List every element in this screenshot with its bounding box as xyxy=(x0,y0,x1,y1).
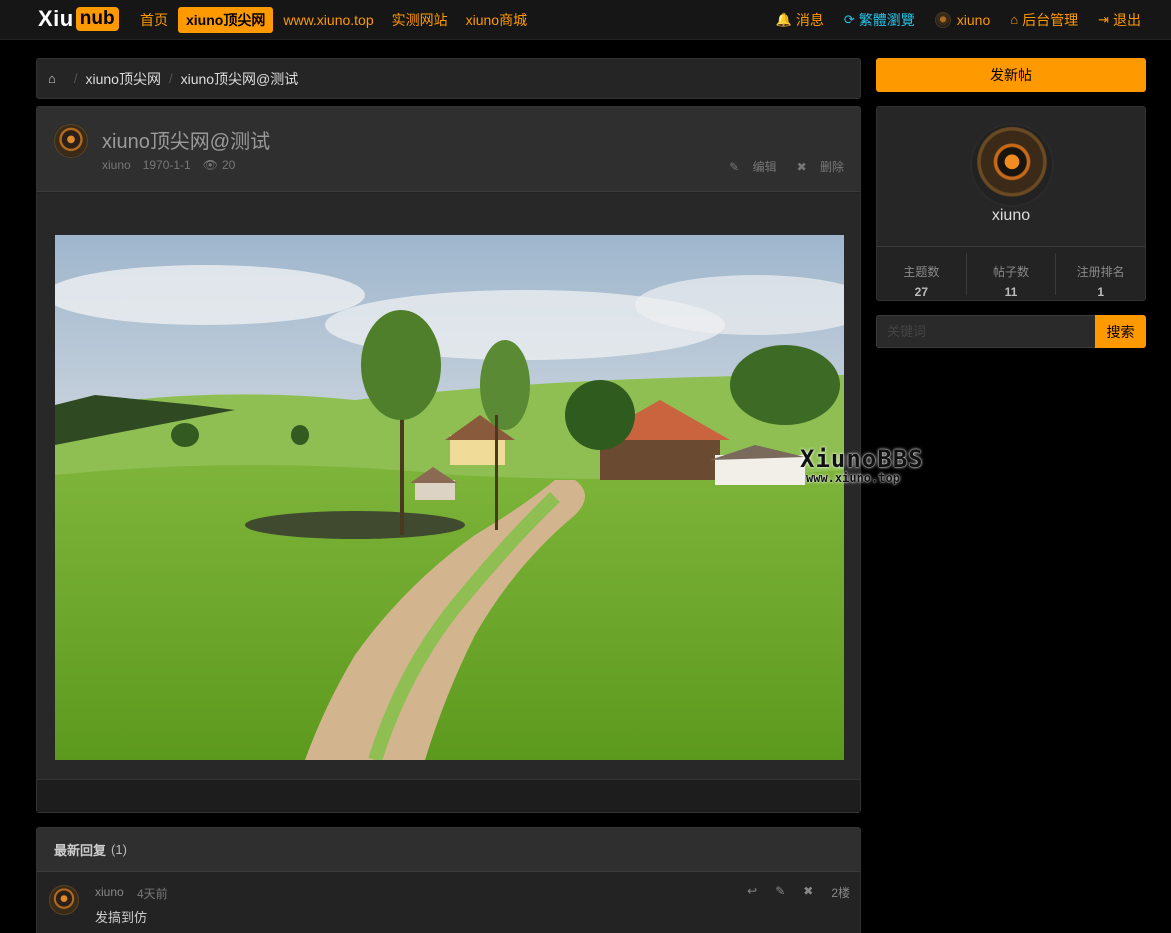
profile-card: xiuno 主题数 27 帖子数 11 注册排名 1 xyxy=(876,106,1146,301)
search-button[interactable]: 搜索 xyxy=(1095,315,1146,348)
bell-icon: 🔔 xyxy=(775,12,792,27)
floor-number: 2楼 xyxy=(831,886,850,900)
search-form: 搜索 xyxy=(876,315,1146,348)
thread-date: 1970-1-1 xyxy=(142,158,191,172)
user-link[interactable]: xiuno xyxy=(929,7,996,33)
home-icon[interactable]: ⌂ xyxy=(48,71,56,86)
profile-header: xiuno xyxy=(877,107,1145,247)
close-icon[interactable]: ✖ xyxy=(803,884,813,901)
nav-item-xiuno-top[interactable]: xiuno顶尖网 xyxy=(178,7,274,33)
thread-card: xiuno顶尖网@测试 xiuno 1970-1-1 👁 20 ✎ 编辑 ✖ 删… xyxy=(36,106,861,813)
search-input[interactable] xyxy=(876,315,1095,348)
avatar[interactable] xyxy=(970,123,1054,207)
nav-item-home[interactable]: 首页 xyxy=(132,7,176,33)
close-icon: ✖ xyxy=(796,160,807,174)
nav-item-www[interactable]: www.xiuno.top xyxy=(275,7,381,33)
edit-icon: ✎ xyxy=(729,160,740,174)
view-count: 20 xyxy=(221,158,236,172)
delete-button[interactable]: ✖ 删除 xyxy=(787,158,844,175)
traditional-chinese-link[interactable]: ⟳ 繁體瀏覽 xyxy=(838,7,921,33)
breadcrumb-separator: / xyxy=(73,71,78,86)
new-post-button[interactable]: 发新帖 xyxy=(876,58,1146,92)
user-nav: 🔔 消息 ⟳ 繁體瀏覽 xiuno ⌂ 后台管理 ⇥ 退出 xyxy=(762,7,1147,33)
admin-link[interactable]: ⌂ 后台管理 xyxy=(1004,7,1084,33)
site-logo[interactable]: Xiu nub xyxy=(38,6,119,32)
thread-title: xiuno顶尖网@测试 xyxy=(102,131,271,153)
replies-header: 最新回复 (1) xyxy=(37,828,860,872)
eye-icon: 👁 xyxy=(202,158,218,172)
reply-tools: ↩ ✎ ✖ 2楼 xyxy=(729,884,850,901)
thread-actions: ✎ 编辑 ✖ 删除 xyxy=(709,158,844,175)
thread-author[interactable]: xiuno xyxy=(102,158,131,172)
reply-icon[interactable]: ↩ xyxy=(747,884,757,901)
avatar xyxy=(934,12,951,28)
reply-time: 4天前 xyxy=(137,887,168,901)
nav-item-test-site[interactable]: 实测网站 xyxy=(384,7,456,33)
replies-count: (1) xyxy=(111,842,127,857)
edit-icon[interactable]: ✎ xyxy=(775,884,785,901)
breadcrumb-separator: / xyxy=(168,71,173,86)
messages-link[interactable]: 🔔 消息 xyxy=(770,7,830,33)
replies-title: 最新回复 xyxy=(54,843,107,858)
profile-name[interactable]: xiuno xyxy=(877,207,1145,225)
top-navbar: Xiu nub 首页 xiuno顶尖网 www.xiuno.top 实测网站 xi… xyxy=(0,0,1171,40)
refresh-icon: ⟳ xyxy=(843,12,855,27)
stat-topics: 主题数 27 xyxy=(877,253,967,299)
stat-posts: 帖子数 11 xyxy=(967,253,1057,299)
thread-header: xiuno顶尖网@测试 xiuno 1970-1-1 👁 20 ✎ 编辑 ✖ 删… xyxy=(37,107,860,192)
list-item: xiuno 4天前 发搞到仿 ↩ ✎ ✖ 2楼 xyxy=(37,873,860,933)
logout-link[interactable]: ⇥ 退出 xyxy=(1092,7,1147,33)
thread-footer xyxy=(37,779,860,812)
nav-item-shop[interactable]: xiuno商城 xyxy=(458,7,535,33)
home-icon: ⌂ xyxy=(1010,12,1019,27)
edit-button[interactable]: ✎ 编辑 xyxy=(719,158,776,175)
watermark: XiunoBBS www.xiuno.top xyxy=(800,445,924,485)
stat-rank: 注册排名 1 xyxy=(1076,265,1125,299)
reply-text: 发搞到仿 xyxy=(95,910,148,925)
replies-card: 最新回复 (1) xiuno 4天前 发搞到仿 ↩ ✎ ✖ 2楼 xyxy=(36,827,861,933)
sign-out-icon: ⇥ xyxy=(1098,12,1109,27)
breadcrumb: ⌂ / xiuno顶尖网 / xiuno顶尖网@测试 xyxy=(36,58,861,99)
avatar[interactable] xyxy=(49,885,79,915)
post-image xyxy=(55,235,844,760)
breadcrumb-item-forum[interactable]: xiuno顶尖网 xyxy=(85,69,160,89)
profile-stats: 主题数 27 帖子数 11 注册排名 1 xyxy=(877,248,1145,300)
reply-user[interactable]: xiuno xyxy=(95,885,124,899)
thread-meta: xiuno 1970-1-1 👁 20 xyxy=(102,158,247,172)
breadcrumb-item-thread[interactable]: xiuno顶尖网@测试 xyxy=(181,69,299,89)
avatar[interactable] xyxy=(54,124,88,158)
main-nav: 首页 xiuno顶尖网 www.xiuno.top 实测网站 xiuno商城 xyxy=(132,7,537,33)
